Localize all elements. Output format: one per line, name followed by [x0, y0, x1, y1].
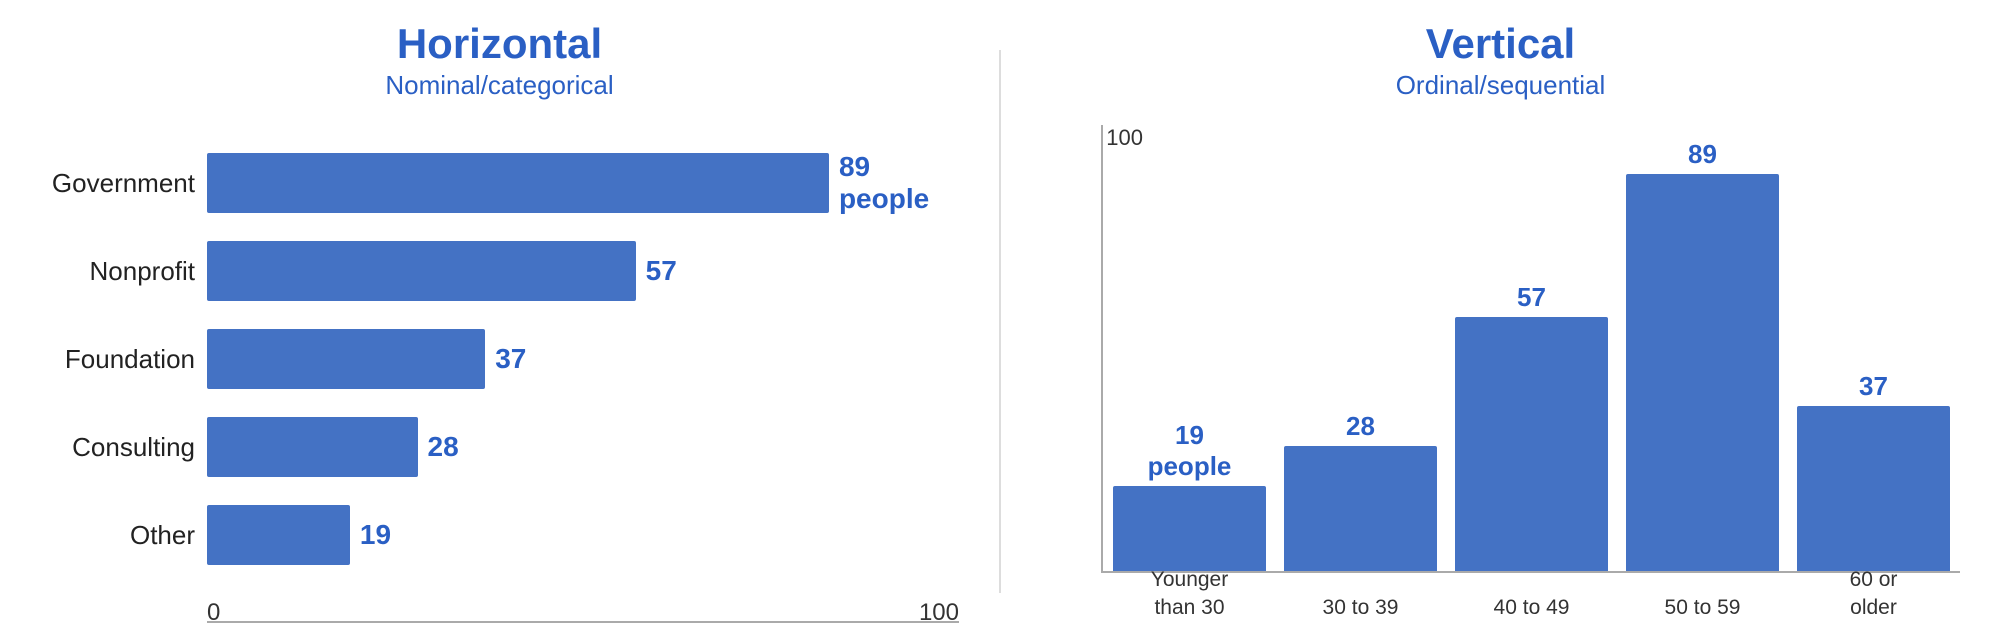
- vert-bar-label: 50 to 59: [1626, 594, 1779, 621]
- vert-bar-value: 57: [1517, 282, 1546, 313]
- horiz-row: Other 19: [40, 505, 959, 565]
- vert-bar-label: Younger than 30: [1113, 566, 1266, 621]
- vert-bar: [1455, 317, 1608, 571]
- vert-bar: [1626, 174, 1779, 571]
- vert-bar-col: 5740 to 49: [1455, 125, 1608, 571]
- horiz-chart-area: Government 89 people Nonprofit 57 Foundation…: [40, 125, 959, 593]
- horiz-row-label: Consulting: [40, 432, 195, 463]
- horiz-bar-wrap: 19: [207, 505, 959, 565]
- vert-bars-row: 19 peopleYounger than 302830 to 395740 t…: [1101, 125, 1960, 573]
- vertical-chart: Vertical Ordinal/sequential 100 0 19 peo…: [1001, 20, 1960, 623]
- vert-bar-label: 30 to 39: [1284, 594, 1437, 621]
- horiz-row-label: Nonprofit: [40, 256, 195, 287]
- left-title: Horizontal: [397, 20, 602, 68]
- horiz-bar: [207, 241, 636, 301]
- horiz-bar-value: 37: [495, 343, 526, 375]
- horiz-bar-wrap: 57: [207, 241, 959, 301]
- horiz-bar-value: 57: [646, 255, 677, 287]
- horiz-bar: [207, 417, 418, 477]
- horiz-bar-value: 19: [360, 519, 391, 551]
- horiz-row: Nonprofit 57: [40, 241, 959, 301]
- horiz-bar: [207, 329, 485, 389]
- vert-bar: [1113, 486, 1266, 571]
- vert-bar-value: 37: [1859, 371, 1888, 402]
- vert-bar-value: 28: [1346, 411, 1375, 442]
- vert-bar-col: 8950 to 59: [1626, 125, 1779, 571]
- vert-bar-label: 40 to 49: [1455, 594, 1608, 621]
- horiz-bar-wrap: 37: [207, 329, 959, 389]
- vert-bar: [1797, 406, 1950, 571]
- horiz-row-label: Foundation: [40, 344, 195, 375]
- vert-bar-col: 19 peopleYounger than 30: [1113, 125, 1266, 571]
- right-title: Vertical: [1426, 20, 1575, 68]
- right-subtitle: Ordinal/sequential: [1396, 70, 1606, 101]
- vert-bar-col: 3760 or older: [1797, 125, 1950, 571]
- vert-bar-value: 19 people: [1148, 420, 1232, 482]
- horiz-row: Consulting 28: [40, 417, 959, 477]
- vert-bar-col: 2830 to 39: [1284, 125, 1437, 571]
- vert-bar-label: 60 or older: [1797, 566, 1950, 621]
- horiz-bar: [207, 505, 350, 565]
- horiz-bar: [207, 153, 829, 213]
- charts-container: Horizontal Nominal/categorical Governmen…: [0, 0, 2000, 643]
- horiz-bar-wrap: 28: [207, 417, 959, 477]
- horiz-bar-value: 28: [428, 431, 459, 463]
- vert-bar-value: 89: [1688, 139, 1717, 170]
- vert-chart-area: 100 0 19 peopleYounger than 302830 to 39…: [1041, 125, 1960, 623]
- horiz-row: Foundation 37: [40, 329, 959, 389]
- horiz-row: Government 89 people: [40, 153, 959, 213]
- horiz-row-label: Government: [40, 168, 195, 199]
- vert-bar: [1284, 446, 1437, 571]
- horiz-row-label: Other: [40, 520, 195, 551]
- horiz-bar-wrap: 89 people: [207, 153, 959, 213]
- horiz-bar-value: 89 people: [839, 151, 959, 215]
- horizontal-chart: Horizontal Nominal/categorical Governmen…: [40, 20, 999, 623]
- left-subtitle: Nominal/categorical: [385, 70, 613, 101]
